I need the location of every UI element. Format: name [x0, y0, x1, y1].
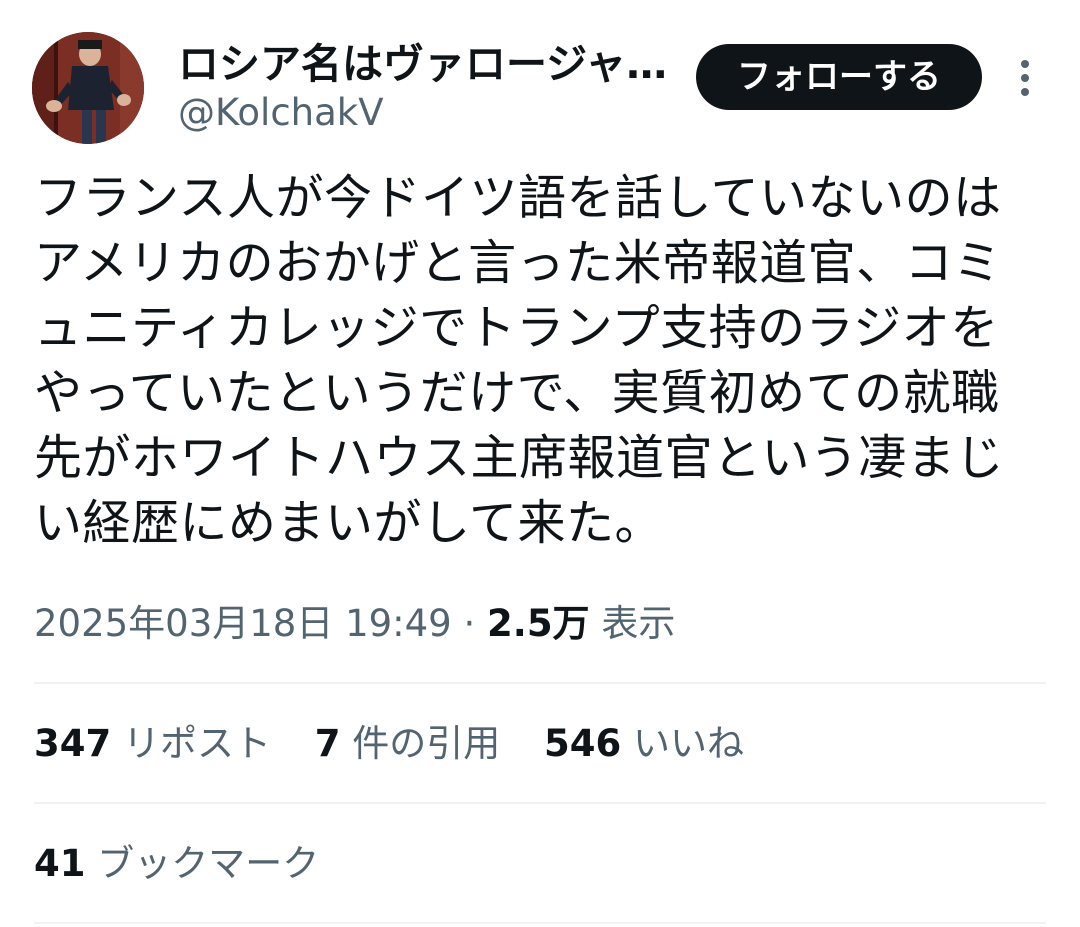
- likes-stat[interactable]: 546 いいね: [544, 718, 744, 770]
- engagement-stats: 347 リポスト 7 件の引用 546 いいね: [34, 718, 776, 770]
- likes-count: 546: [544, 722, 622, 765]
- tweet-meta: 2025年03月18日 19:49 · 2.5万 表示: [34, 598, 675, 650]
- bookmarks-stat[interactable]: 41 ブックマーク: [34, 838, 319, 890]
- more-vertical-icon[interactable]: [1008, 56, 1042, 100]
- views-count[interactable]: 2.5万: [487, 602, 590, 645]
- divider: [34, 922, 1046, 924]
- quotes-stat[interactable]: 7 件の引用: [315, 718, 501, 770]
- meta-separator: ·: [463, 602, 476, 645]
- timestamp[interactable]: 2025年03月18日 19:49: [34, 602, 452, 645]
- more-dots: [1021, 60, 1029, 96]
- bookmarks-count: 41: [34, 842, 86, 885]
- divider: [34, 682, 1046, 684]
- views-label[interactable]: 表示: [601, 602, 675, 645]
- avatar[interactable]: [32, 32, 144, 144]
- quotes-label: 件の引用: [352, 722, 501, 765]
- tweet-header: ロシア名はヴァロージャ… @KolchakV フォローする: [32, 30, 1048, 146]
- reposts-count: 347: [34, 722, 112, 765]
- author-name[interactable]: ロシア名はヴァロージャ…: [178, 38, 678, 90]
- quotes-count: 7: [314, 722, 341, 765]
- author-handle[interactable]: @KolchakV: [178, 90, 384, 136]
- likes-label: いいね: [633, 722, 745, 765]
- divider: [34, 802, 1046, 804]
- follow-button[interactable]: フォローする: [696, 44, 982, 110]
- bookmarks-label: ブックマーク: [97, 842, 320, 885]
- reposts-stat[interactable]: 347 リポスト: [34, 718, 271, 770]
- avatar-image: [32, 32, 144, 144]
- tweet-text: フランス人が今ドイツ語を話していないのはアメリカのおかげと言った米帝報道官、コミ…: [34, 170, 1005, 551]
- reposts-label: リポスト: [123, 722, 271, 765]
